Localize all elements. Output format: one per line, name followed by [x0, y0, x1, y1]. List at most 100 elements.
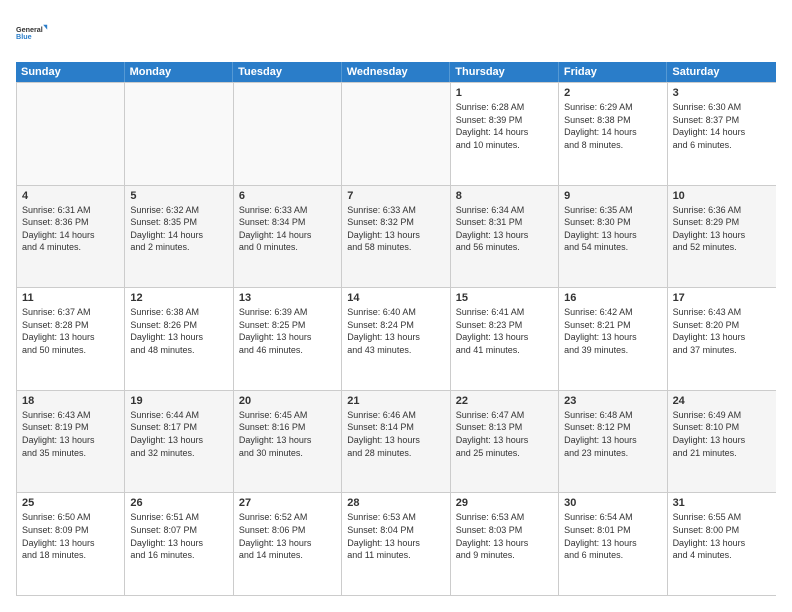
header-thursday: Thursday: [450, 62, 559, 82]
day-number: 27: [239, 497, 336, 509]
cal-cell-3-2: 20Sunrise: 6:45 AMSunset: 8:16 PMDayligh…: [234, 391, 342, 493]
week-row-4: 18 Sunrise: 6:43 AMSunset: 8:19 PMDayligh…: [17, 391, 776, 494]
week-row-2: 4 Sunrise: 6:31 AMSunset: 8:36 PMDaylight…: [17, 186, 776, 289]
cell-info: Sunrise: 6:29 AMSunset: 8:38 PMDaylight:…: [564, 101, 661, 151]
day-number: 18: [22, 395, 119, 407]
page: General Blue SundayMondayTuesdayWednesda…: [0, 0, 792, 612]
cell-info: Sunrise: 6:28 AMSunset: 8:39 PMDaylight:…: [456, 101, 553, 151]
calendar: SundayMondayTuesdayWednesdayThursdayFrid…: [16, 62, 776, 596]
week-row-5: 25 Sunrise: 6:50 AMSunset: 8:09 PMDayligh…: [17, 493, 776, 596]
cell-info: Sunrise: 6:55 AMSunset: 8:00 PMDaylight:…: [673, 511, 771, 561]
cal-cell-1-4: 8 Sunrise: 6:34 AMSunset: 8:31 PMDaylight…: [451, 186, 559, 288]
cal-cell-0-2: [234, 83, 342, 185]
header-saturday: Saturday: [667, 62, 776, 82]
day-number: 11: [22, 292, 119, 304]
day-number: 1: [456, 87, 553, 99]
day-number: 29: [456, 497, 553, 509]
header-sunday: Sunday: [16, 62, 125, 82]
cal-cell-4-3: 28 Sunrise: 6:53 AMSunset: 8:04 PMDayligh…: [342, 493, 450, 595]
cal-cell-1-1: 5 Sunrise: 6:32 AMSunset: 8:35 PMDaylight…: [125, 186, 233, 288]
day-number: 24: [673, 395, 771, 407]
cell-info: Sunrise: 6:31 AMSunset: 8:36 PMDaylight:…: [22, 204, 119, 254]
cell-info: Sunrise: 6:32 AMSunset: 8:35 PMDaylight:…: [130, 204, 227, 254]
header-friday: Friday: [559, 62, 668, 82]
cell-info: Sunrise: 6:36 AMSunset: 8:29 PMDaylight:…: [673, 204, 771, 254]
day-number: 14: [347, 292, 444, 304]
header-tuesday: Tuesday: [233, 62, 342, 82]
logo: General Blue: [16, 16, 48, 52]
cell-info: Sunrise: 6:52 AMSunset: 8:06 PMDaylight:…: [239, 511, 336, 561]
cell-info: Sunrise: 6:46 AMSunset: 8:14 PMDaylight:…: [347, 409, 444, 459]
day-number: 25: [22, 497, 119, 509]
cell-info: Sunrise: 6:35 AMSunset: 8:30 PMDaylight:…: [564, 204, 661, 254]
cell-info: Sunrise: 6:42 AMSunset: 8:21 PMDaylight:…: [564, 306, 661, 356]
day-number: 13: [239, 292, 336, 304]
day-number: 7: [347, 190, 444, 202]
cell-info: Sunrise: 6:43 AMSunset: 8:20 PMDaylight:…: [673, 306, 771, 356]
day-number: 19: [130, 395, 227, 407]
calendar-header: SundayMondayTuesdayWednesdayThursdayFrid…: [16, 62, 776, 82]
cal-cell-0-5: 2Sunrise: 6:29 AMSunset: 8:38 PMDaylight…: [559, 83, 667, 185]
cell-info: Sunrise: 6:54 AMSunset: 8:01 PMDaylight:…: [564, 511, 661, 561]
cal-cell-3-5: 23Sunrise: 6:48 AMSunset: 8:12 PMDayligh…: [559, 391, 667, 493]
day-number: 12: [130, 292, 227, 304]
day-number: 3: [673, 87, 771, 99]
day-number: 17: [673, 292, 771, 304]
cal-cell-2-0: 11Sunrise: 6:37 AMSunset: 8:28 PMDayligh…: [17, 288, 125, 390]
day-number: 9: [564, 190, 661, 202]
cal-cell-1-2: 6 Sunrise: 6:33 AMSunset: 8:34 PMDaylight…: [234, 186, 342, 288]
day-number: 31: [673, 497, 771, 509]
svg-text:Blue: Blue: [16, 32, 32, 41]
cell-info: Sunrise: 6:40 AMSunset: 8:24 PMDaylight:…: [347, 306, 444, 356]
cal-cell-3-4: 22 Sunrise: 6:47 AMSunset: 8:13 PMDayligh…: [451, 391, 559, 493]
cell-info: Sunrise: 6:50 AMSunset: 8:09 PMDaylight:…: [22, 511, 119, 561]
cal-cell-2-3: 14 Sunrise: 6:40 AMSunset: 8:24 PMDayligh…: [342, 288, 450, 390]
cell-info: Sunrise: 6:39 AMSunset: 8:25 PMDaylight:…: [239, 306, 336, 356]
calendar-body: 1 Sunrise: 6:28 AMSunset: 8:39 PMDaylight…: [16, 82, 776, 596]
cal-cell-4-4: 29 Sunrise: 6:53 AMSunset: 8:03 PMDayligh…: [451, 493, 559, 595]
cell-info: Sunrise: 6:33 AMSunset: 8:34 PMDaylight:…: [239, 204, 336, 254]
cell-info: Sunrise: 6:47 AMSunset: 8:13 PMDaylight:…: [456, 409, 553, 459]
cal-cell-0-3: [342, 83, 450, 185]
cell-info: Sunrise: 6:33 AMSunset: 8:32 PMDaylight:…: [347, 204, 444, 254]
cell-info: Sunrise: 6:53 AMSunset: 8:04 PMDaylight:…: [347, 511, 444, 561]
day-number: 4: [22, 190, 119, 202]
cell-info: Sunrise: 6:53 AMSunset: 8:03 PMDaylight:…: [456, 511, 553, 561]
cal-cell-2-4: 15Sunrise: 6:41 AMSunset: 8:23 PMDayligh…: [451, 288, 559, 390]
cal-cell-4-0: 25 Sunrise: 6:50 AMSunset: 8:09 PMDayligh…: [17, 493, 125, 595]
week-row-1: 1 Sunrise: 6:28 AMSunset: 8:39 PMDaylight…: [17, 83, 776, 186]
cell-info: Sunrise: 6:34 AMSunset: 8:31 PMDaylight:…: [456, 204, 553, 254]
day-number: 26: [130, 497, 227, 509]
cal-cell-4-2: 27 Sunrise: 6:52 AMSunset: 8:06 PMDayligh…: [234, 493, 342, 595]
page-header: General Blue: [16, 16, 776, 52]
cell-info: Sunrise: 6:30 AMSunset: 8:37 PMDaylight:…: [673, 101, 771, 151]
day-number: 5: [130, 190, 227, 202]
week-row-3: 11Sunrise: 6:37 AMSunset: 8:28 PMDayligh…: [17, 288, 776, 391]
cal-cell-0-6: 3 Sunrise: 6:30 AMSunset: 8:37 PMDaylight…: [668, 83, 776, 185]
cal-cell-4-6: 31 Sunrise: 6:55 AMSunset: 8:00 PMDayligh…: [668, 493, 776, 595]
day-number: 22: [456, 395, 553, 407]
cal-cell-3-1: 19 Sunrise: 6:44 AMSunset: 8:17 PMDayligh…: [125, 391, 233, 493]
day-number: 28: [347, 497, 444, 509]
cal-cell-4-1: 26 Sunrise: 6:51 AMSunset: 8:07 PMDayligh…: [125, 493, 233, 595]
day-number: 15: [456, 292, 553, 304]
cell-info: Sunrise: 6:44 AMSunset: 8:17 PMDaylight:…: [130, 409, 227, 459]
cell-info: Sunrise: 6:43 AMSunset: 8:19 PMDaylight:…: [22, 409, 119, 459]
logo-svg: General Blue: [16, 16, 48, 52]
cal-cell-1-5: 9 Sunrise: 6:35 AMSunset: 8:30 PMDaylight…: [559, 186, 667, 288]
cal-cell-0-0: [17, 83, 125, 185]
day-number: 8: [456, 190, 553, 202]
cal-cell-1-3: 7 Sunrise: 6:33 AMSunset: 8:32 PMDaylight…: [342, 186, 450, 288]
header-wednesday: Wednesday: [342, 62, 451, 82]
cal-cell-3-0: 18 Sunrise: 6:43 AMSunset: 8:19 PMDayligh…: [17, 391, 125, 493]
day-number: 21: [347, 395, 444, 407]
cal-cell-3-3: 21 Sunrise: 6:46 AMSunset: 8:14 PMDayligh…: [342, 391, 450, 493]
cal-cell-0-1: [125, 83, 233, 185]
cal-cell-4-5: 30Sunrise: 6:54 AMSunset: 8:01 PMDayligh…: [559, 493, 667, 595]
cal-cell-2-2: 13 Sunrise: 6:39 AMSunset: 8:25 PMDayligh…: [234, 288, 342, 390]
header-monday: Monday: [125, 62, 234, 82]
cell-info: Sunrise: 6:51 AMSunset: 8:07 PMDaylight:…: [130, 511, 227, 561]
cal-cell-0-4: 1 Sunrise: 6:28 AMSunset: 8:39 PMDaylight…: [451, 83, 559, 185]
day-number: 6: [239, 190, 336, 202]
cal-cell-2-1: 12Sunrise: 6:38 AMSunset: 8:26 PMDayligh…: [125, 288, 233, 390]
